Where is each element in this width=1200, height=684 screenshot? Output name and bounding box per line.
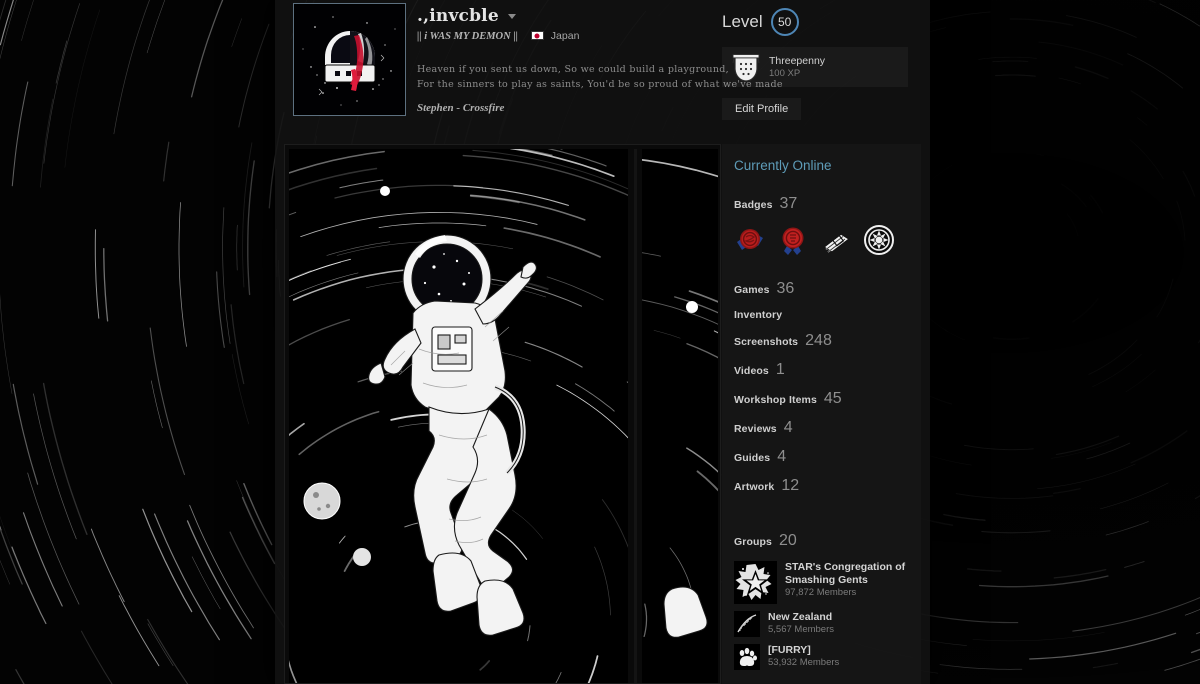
list-item[interactable]: New Zealand 5,567 Members <box>734 611 909 637</box>
profile-sidebar: Currently Online Badges 37 Games 36 Inve… <box>722 144 921 684</box>
stat-value: 36 <box>776 280 795 297</box>
level-value-badge: 50 <box>770 8 799 36</box>
stat-row-guides[interactable]: Guides 4 <box>734 448 909 466</box>
persona-name[interactable]: .,invcble <box>417 6 499 26</box>
chevron-down-icon[interactable] <box>508 13 517 19</box>
stat-value: 4 <box>777 448 787 465</box>
group-name-line-1: [FURRY] <box>768 644 811 656</box>
stat-label: Inventory <box>734 309 783 321</box>
stat-value: 37 <box>779 195 798 212</box>
profile-header: .,invcble || i WAS MY DEMON || Japan Hea… <box>275 0 930 140</box>
stat-label: Screenshots <box>734 336 799 348</box>
list-item[interactable]: STAR's Congregation of Smashing Gents 97… <box>734 561 909 604</box>
stat-label: Guides <box>734 452 771 464</box>
stat-value: 1 <box>775 361 785 378</box>
stat-value: 4 <box>783 419 793 436</box>
japan-flag-icon <box>530 31 544 40</box>
profile-page-column: .,invcble || i WAS MY DEMON || Japan Hea… <box>275 0 930 684</box>
astronaut-artwork-right-panel[interactable] <box>642 149 718 683</box>
astronaut-star-trails-artwork[interactable] <box>289 149 628 683</box>
groups-label: Groups <box>734 536 772 548</box>
space-helmet-avatar <box>295 5 404 114</box>
badge-icons-row <box>734 224 909 256</box>
stat-label: Artwork <box>734 481 775 493</box>
white-book-badge-icon[interactable] <box>820 224 852 256</box>
fern-leaf-group-icon <box>734 611 760 637</box>
group-name-line-2: Smashing Gents <box>785 574 868 586</box>
stat-row-inventory[interactable]: Inventory <box>734 309 909 321</box>
country-label: Japan <box>550 30 580 42</box>
group-name-line-1: STAR's Congregation of <box>785 561 906 573</box>
stat-value: 45 <box>823 390 842 407</box>
favorite-badge-xp: 100 XP <box>769 67 801 79</box>
persona-block: .,invcble || i WAS MY DEMON || Japan <box>417 6 717 42</box>
list-item[interactable]: [FURRY] 53,932 Members <box>734 644 909 670</box>
stat-label: Badges <box>734 199 773 211</box>
stat-row-games[interactable]: Games 36 <box>734 280 909 298</box>
group-members: 97,872 Members <box>785 587 857 598</box>
star-gear-group-icon <box>734 561 777 604</box>
stat-value: 12 <box>781 477 800 494</box>
artwork-divider <box>634 149 637 683</box>
stat-value: 248 <box>805 332 832 349</box>
edit-profile-button[interactable]: Edit Profile <box>722 98 802 120</box>
persona-subline: || i WAS MY DEMON || Japan <box>417 30 717 42</box>
red-wax-seal-badge-icon[interactable] <box>734 224 766 256</box>
stat-label: Games <box>734 284 770 296</box>
stat-label: Reviews <box>734 423 777 435</box>
stat-label: Workshop Items <box>734 394 817 406</box>
online-status: Currently Online <box>734 158 832 173</box>
group-members: 53,932 Members <box>768 657 840 668</box>
paw-print-group-icon <box>734 644 760 670</box>
imperial-cog-badge-icon[interactable] <box>863 224 895 256</box>
stat-row-videos[interactable]: Videos 1 <box>734 361 909 379</box>
favorite-badge-card[interactable]: Threepenny 100 XP <box>722 47 908 87</box>
groups-list: STAR's Congregation of Smashing Gents 97… <box>734 561 909 670</box>
level-row[interactable]: Level 50 <box>722 8 922 36</box>
stat-label: Videos <box>734 365 769 377</box>
stat-row-screenshots[interactable]: Screenshots 248 <box>734 332 909 350</box>
group-members: 5,567 Members <box>768 624 835 635</box>
group-name-line-1: New Zealand <box>768 611 833 623</box>
stat-row-groups[interactable]: Groups 20 <box>734 532 909 550</box>
avatar[interactable] <box>293 3 406 116</box>
stat-row-workshop-items[interactable]: Workshop Items 45 <box>734 390 909 408</box>
shield-badge-icon <box>732 54 760 82</box>
groups-count: 20 <box>778 532 797 549</box>
stat-row-reviews[interactable]: Reviews 4 <box>734 419 909 437</box>
level-block: Level 50 Threepenny 100 XP Edit Profile <box>722 8 922 120</box>
favorite-badge-name: Threepenny <box>769 54 826 67</box>
artwork-showcase[interactable] <box>284 144 721 684</box>
stat-row-artwork[interactable]: Artwork 12 <box>734 477 909 495</box>
quote-attribution: Stephen - Crossfire <box>417 102 505 114</box>
persona-flair: || i WAS MY DEMON || <box>417 31 518 42</box>
level-label: Level <box>722 12 763 31</box>
stat-row-badges[interactable]: Badges 37 <box>734 195 909 213</box>
red-wax-seal-ribbon-badge-icon[interactable] <box>777 224 809 256</box>
